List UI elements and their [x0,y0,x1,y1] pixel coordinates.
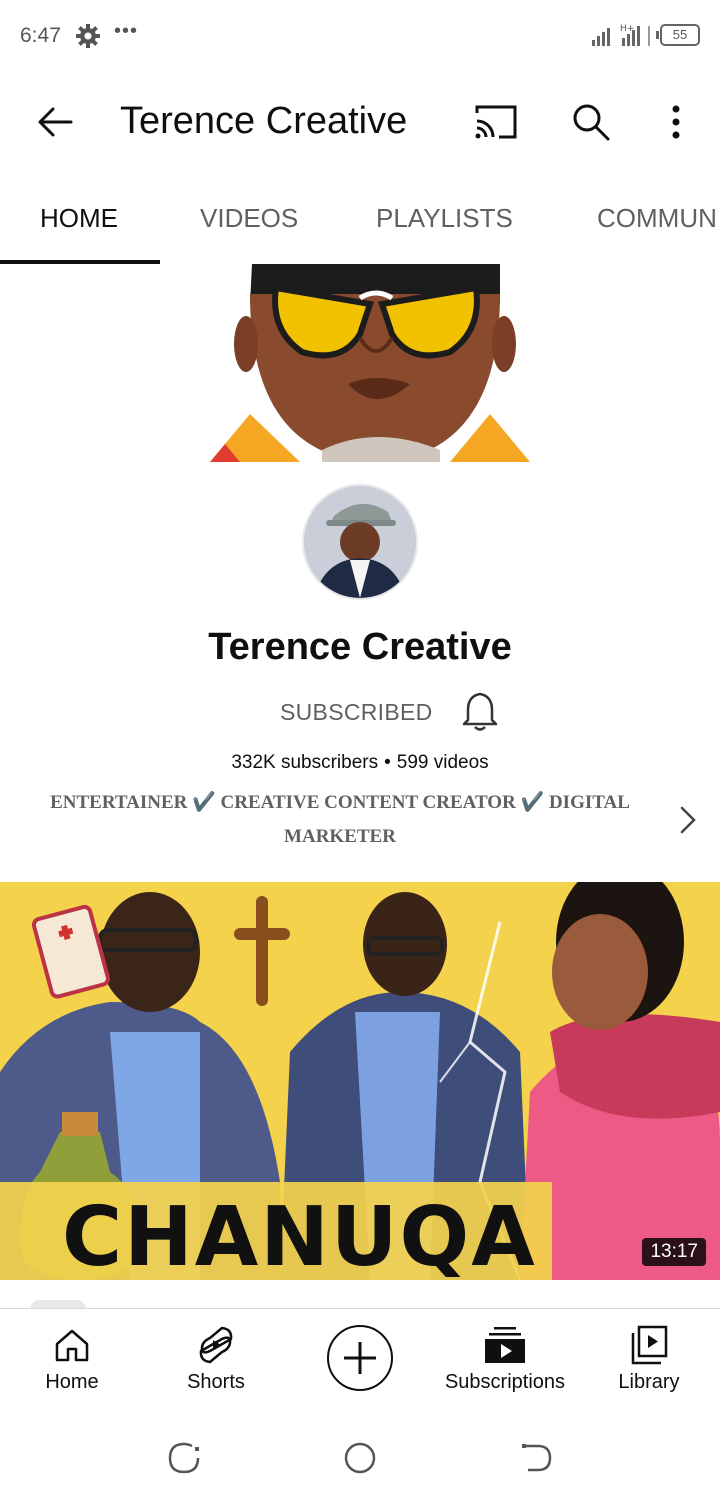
nav-subscriptions[interactable]: Subscriptions [440,1309,570,1419]
description-line: MARKETER [284,826,396,847]
stats-separator: • [384,752,391,773]
status-time: 6:47 [20,24,61,47]
search-icon [573,104,610,141]
tab-home[interactable]: HOME [40,172,118,264]
tab-videos[interactable]: VIDEOS [200,172,298,264]
thumbnail-caption: CHANUQA [62,1190,537,1280]
more-notifications-icon: ••• [114,20,139,42]
bell-icon [462,692,498,731]
app-bar: Terence Creative [0,72,720,172]
nav-home-label: Home [45,1371,99,1393]
channel-stats: 332K subscribers • 599 videos [0,752,720,774]
nav-library-label: Library [618,1371,680,1393]
bottom-navigation: Home Shorts Subscriptions Library [0,1308,720,1418]
page-title: Terence Creative [120,100,408,142]
library-icon [627,1323,671,1367]
battery-icon: 55 [656,24,700,46]
description-expand-button[interactable] [672,800,704,840]
create-button[interactable] [327,1325,393,1391]
svg-text:H+: H+ [620,24,634,34]
description-line: ENTERTAINER ✔️ CREATIVE CONTENT CREATOR … [50,792,630,813]
channel-tabs: HOME VIDEOS PLAYLISTS COMMUN [0,172,720,264]
featured-video-thumbnail[interactable]: CHANUQA 13:17 [0,882,720,1280]
plus-icon [344,1342,376,1374]
system-navigation-bar [0,1418,720,1500]
nav-library[interactable]: Library [612,1309,686,1419]
home-system-button[interactable] [338,1436,382,1480]
channel-banner [210,264,530,462]
home-icon [50,1323,94,1367]
video-count: 599 videos [396,752,489,773]
video-duration-badge: 13:17 [642,1238,706,1266]
shorts-icon [194,1323,238,1367]
more-options-button[interactable] [656,98,696,146]
notification-bell-button[interactable] [460,688,500,734]
cast-icon [475,105,517,139]
gear-icon [74,22,102,50]
subscriber-count: 332K subscribers [231,752,379,773]
signal-icon: H+ [592,22,654,48]
channel-name: Terence Creative [208,626,512,668]
channel-avatar[interactable] [302,484,418,600]
subscribed-button[interactable]: SUBSCRIBED [280,694,433,730]
more-vertical-icon [672,105,680,139]
circle-home-icon [344,1442,376,1474]
chevron-right-icon [680,806,696,834]
nav-home[interactable]: Home [30,1309,114,1419]
back-button[interactable] [30,98,80,146]
tab-community[interactable]: COMMUN [597,172,717,264]
back-system-icon [522,1444,552,1472]
subscriptions-icon [483,1323,527,1367]
search-button[interactable] [566,98,616,146]
status-bar: 6:47 ••• H+ 55 [0,0,720,72]
active-tab-indicator [0,260,160,264]
back-system-button[interactable] [514,1436,558,1480]
back-arrow-icon [38,107,73,137]
tab-playlists[interactable]: PLAYLISTS [376,172,513,264]
recent-apps-button[interactable] [162,1436,206,1480]
nav-shorts-label: Shorts [187,1371,245,1393]
cast-button[interactable] [470,100,522,144]
nav-shorts[interactable]: Shorts [176,1309,256,1419]
recent-apps-icon [168,1442,200,1474]
channel-description[interactable]: ENTERTAINER ✔️ CREATIVE CONTENT CREATOR … [20,786,660,854]
nav-subscriptions-label: Subscriptions [444,1371,566,1393]
